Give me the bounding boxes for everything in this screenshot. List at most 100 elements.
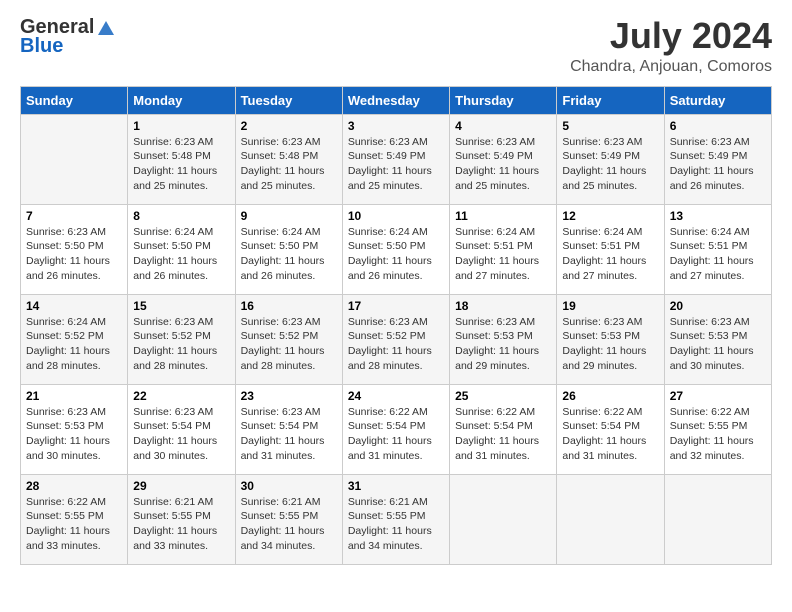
calendar-cell: 23Sunrise: 6:23 AMSunset: 5:54 PMDayligh… <box>235 384 342 474</box>
logo-blue: Blue <box>20 35 63 58</box>
day-info: Sunrise: 6:23 AMSunset: 5:49 PMDaylight:… <box>348 135 444 194</box>
day-info: Sunrise: 6:22 AMSunset: 5:54 PMDaylight:… <box>455 405 551 464</box>
weekday-header-sunday: Sunday <box>21 86 128 114</box>
calendar-cell: 24Sunrise: 6:22 AMSunset: 5:54 PMDayligh… <box>342 384 449 474</box>
day-number: 31 <box>348 479 444 493</box>
calendar-cell: 27 Sunrise: 6:22 AMSunset: 5:55 PMDayligh… <box>664 384 771 474</box>
day-number: 17 <box>348 299 444 313</box>
day-number: 19 <box>562 299 658 313</box>
day-info: Sunrise: 6:23 AMSunset: 5:49 PMDaylight:… <box>562 135 658 194</box>
week-row-4: 21 Sunrise: 6:23 AMSunset: 5:53 PMDayligh… <box>21 384 772 474</box>
page-header: General Blue July 2024 Chandra, Anjouan,… <box>20 16 772 76</box>
day-number: 14 <box>26 299 122 313</box>
day-number: 28 <box>26 479 122 493</box>
title-block: July 2024 Chandra, Anjouan, Comoros <box>570 16 772 76</box>
day-info: Sunrise: 6:24 AMSunset: 5:51 PMDaylight:… <box>455 225 551 284</box>
calendar-cell: 6Sunrise: 6:23 AMSunset: 5:49 PMDaylight… <box>664 114 771 204</box>
day-info: Sunrise: 6:22 AMSunset: 5:55 PMDaylight:… <box>670 405 766 464</box>
calendar-body: 1 Sunrise: 6:23 AMSunset: 5:48 PMDaylight… <box>21 114 772 564</box>
calendar-cell: 16 Sunrise: 6:23 AMSunset: 5:52 PMDayligh… <box>235 294 342 384</box>
calendar-cell: 20 Sunrise: 6:23 AMSunset: 5:53 PMDayligh… <box>664 294 771 384</box>
calendar-cell: 10Sunrise: 6:24 AMSunset: 5:50 PMDayligh… <box>342 204 449 294</box>
day-number: 27 <box>670 389 766 403</box>
weekday-header-thursday: Thursday <box>450 86 557 114</box>
day-number: 7 <box>26 209 122 223</box>
day-number: 1 <box>133 119 229 133</box>
calendar-cell: 25 Sunrise: 6:22 AMSunset: 5:54 PMDayligh… <box>450 384 557 474</box>
calendar-cell: 26 Sunrise: 6:22 AMSunset: 5:54 PMDayligh… <box>557 384 664 474</box>
week-row-3: 14 Sunrise: 6:24 AMSunset: 5:52 PMDayligh… <box>21 294 772 384</box>
day-number: 9 <box>241 209 337 223</box>
day-number: 5 <box>562 119 658 133</box>
day-number: 16 <box>241 299 337 313</box>
day-number: 3 <box>348 119 444 133</box>
day-number: 24 <box>348 389 444 403</box>
day-info: Sunrise: 6:23 AMSunset: 5:52 PMDaylight:… <box>348 315 444 374</box>
day-number: 18 <box>455 299 551 313</box>
day-info: Sunrise: 6:22 AMSunset: 5:54 PMDaylight:… <box>562 405 658 464</box>
day-info: Sunrise: 6:23 AMSunset: 5:53 PMDaylight:… <box>26 405 122 464</box>
calendar-cell: 2Sunrise: 6:23 AMSunset: 5:48 PMDaylight… <box>235 114 342 204</box>
calendar-cell: 30 Sunrise: 6:21 AMSunset: 5:55 PMDayligh… <box>235 474 342 564</box>
calendar-cell: 21 Sunrise: 6:23 AMSunset: 5:53 PMDayligh… <box>21 384 128 474</box>
calendar-cell: 12 Sunrise: 6:24 AMSunset: 5:51 PMDayligh… <box>557 204 664 294</box>
calendar-cell <box>664 474 771 564</box>
day-info: Sunrise: 6:23 AMSunset: 5:48 PMDaylight:… <box>133 135 229 194</box>
day-info: Sunrise: 6:23 AMSunset: 5:49 PMDaylight:… <box>455 135 551 194</box>
calendar-cell: 19Sunrise: 6:23 AMSunset: 5:53 PMDayligh… <box>557 294 664 384</box>
day-info: Sunrise: 6:24 AMSunset: 5:50 PMDaylight:… <box>133 225 229 284</box>
calendar-cell <box>557 474 664 564</box>
week-row-1: 1 Sunrise: 6:23 AMSunset: 5:48 PMDaylight… <box>21 114 772 204</box>
calendar-cell: 31 Sunrise: 6:21 AMSunset: 5:55 PMDayligh… <box>342 474 449 564</box>
day-info: Sunrise: 6:24 AMSunset: 5:51 PMDaylight:… <box>670 225 766 284</box>
day-number: 4 <box>455 119 551 133</box>
calendar-cell: 3 Sunrise: 6:23 AMSunset: 5:49 PMDaylight… <box>342 114 449 204</box>
day-info: Sunrise: 6:23 AMSunset: 5:52 PMDaylight:… <box>241 315 337 374</box>
calendar-cell: 1 Sunrise: 6:23 AMSunset: 5:48 PMDaylight… <box>128 114 235 204</box>
day-number: 21 <box>26 389 122 403</box>
day-info: Sunrise: 6:21 AMSunset: 5:55 PMDaylight:… <box>348 495 444 554</box>
logo-icon <box>96 17 116 37</box>
day-info: Sunrise: 6:23 AMSunset: 5:48 PMDaylight:… <box>241 135 337 194</box>
day-info: Sunrise: 6:22 AMSunset: 5:55 PMDaylight:… <box>26 495 122 554</box>
day-info: Sunrise: 6:23 AMSunset: 5:49 PMDaylight:… <box>670 135 766 194</box>
day-info: Sunrise: 6:24 AMSunset: 5:50 PMDaylight:… <box>241 225 337 284</box>
weekday-header-row: SundayMondayTuesdayWednesdayThursdayFrid… <box>21 86 772 114</box>
calendar-cell: 9 Sunrise: 6:24 AMSunset: 5:50 PMDaylight… <box>235 204 342 294</box>
calendar-cell: 15 Sunrise: 6:23 AMSunset: 5:52 PMDayligh… <box>128 294 235 384</box>
calendar-cell: 28 Sunrise: 6:22 AMSunset: 5:55 PMDayligh… <box>21 474 128 564</box>
day-info: Sunrise: 6:21 AMSunset: 5:55 PMDaylight:… <box>133 495 229 554</box>
calendar-cell: 13Sunrise: 6:24 AMSunset: 5:51 PMDayligh… <box>664 204 771 294</box>
day-number: 22 <box>133 389 229 403</box>
day-info: Sunrise: 6:24 AMSunset: 5:52 PMDaylight:… <box>26 315 122 374</box>
day-info: Sunrise: 6:24 AMSunset: 5:51 PMDaylight:… <box>562 225 658 284</box>
weekday-header-tuesday: Tuesday <box>235 86 342 114</box>
day-info: Sunrise: 6:23 AMSunset: 5:53 PMDaylight:… <box>670 315 766 374</box>
day-number: 25 <box>455 389 551 403</box>
logo: General Blue <box>20 16 116 58</box>
day-info: Sunrise: 6:23 AMSunset: 5:53 PMDaylight:… <box>455 315 551 374</box>
calendar-cell: 4 Sunrise: 6:23 AMSunset: 5:49 PMDaylight… <box>450 114 557 204</box>
calendar-cell: 17 Sunrise: 6:23 AMSunset: 5:52 PMDayligh… <box>342 294 449 384</box>
day-number: 26 <box>562 389 658 403</box>
calendar-cell: 7Sunrise: 6:23 AMSunset: 5:50 PMDaylight… <box>21 204 128 294</box>
day-info: Sunrise: 6:23 AMSunset: 5:54 PMDaylight:… <box>133 405 229 464</box>
day-info: Sunrise: 6:24 AMSunset: 5:50 PMDaylight:… <box>348 225 444 284</box>
day-number: 30 <box>241 479 337 493</box>
day-number: 29 <box>133 479 229 493</box>
day-number: 11 <box>455 209 551 223</box>
day-info: Sunrise: 6:21 AMSunset: 5:55 PMDaylight:… <box>241 495 337 554</box>
calendar-cell: 29 Sunrise: 6:21 AMSunset: 5:55 PMDayligh… <box>128 474 235 564</box>
day-number: 15 <box>133 299 229 313</box>
day-number: 20 <box>670 299 766 313</box>
calendar-table: SundayMondayTuesdayWednesdayThursdayFrid… <box>20 86 772 565</box>
day-number: 12 <box>562 209 658 223</box>
day-info: Sunrise: 6:23 AMSunset: 5:54 PMDaylight:… <box>241 405 337 464</box>
day-info: Sunrise: 6:23 AMSunset: 5:52 PMDaylight:… <box>133 315 229 374</box>
calendar-cell <box>450 474 557 564</box>
calendar-cell: 22 Sunrise: 6:23 AMSunset: 5:54 PMDayligh… <box>128 384 235 474</box>
weekday-header-saturday: Saturday <box>664 86 771 114</box>
day-number: 8 <box>133 209 229 223</box>
weekday-header-friday: Friday <box>557 86 664 114</box>
weekday-header-wednesday: Wednesday <box>342 86 449 114</box>
